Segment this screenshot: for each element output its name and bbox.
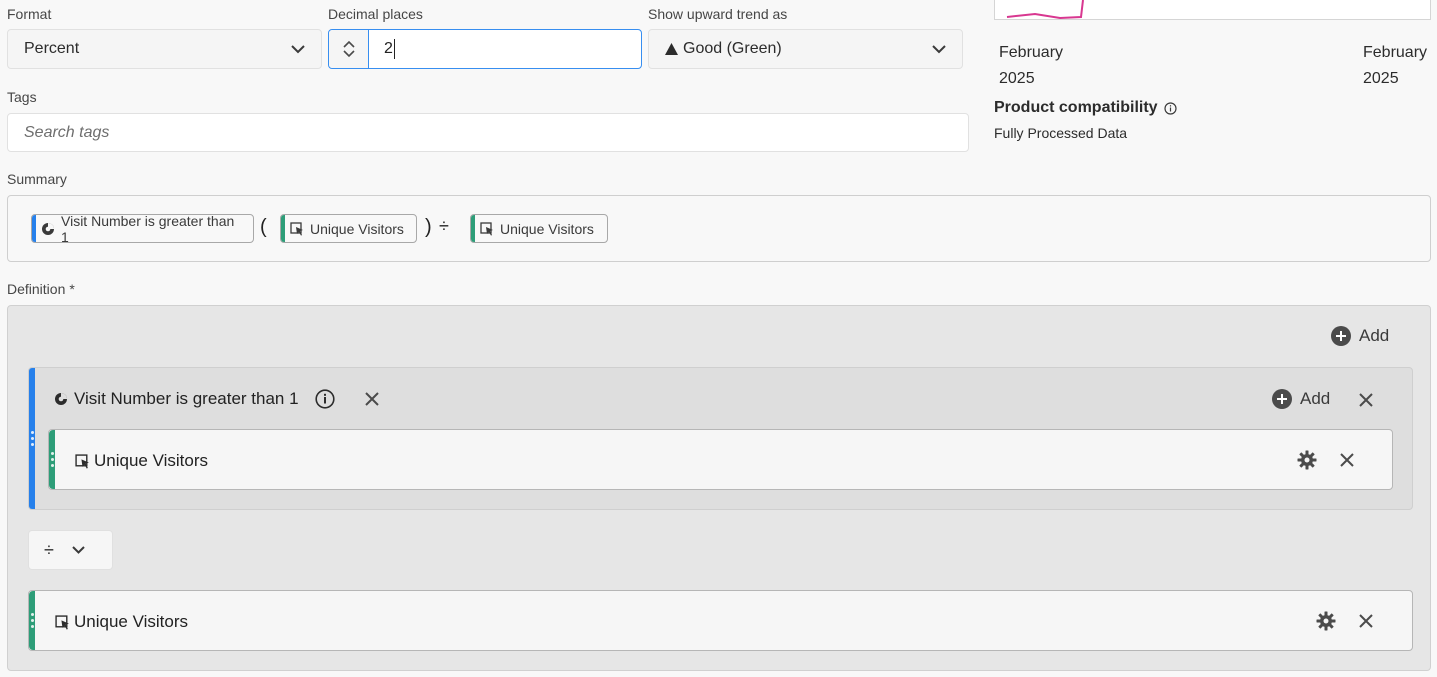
definition-label: Definition bbox=[7, 281, 66, 297]
container-metric-label: Unique Visitors bbox=[94, 451, 209, 470]
format-select[interactable]: Percent bbox=[7, 29, 322, 69]
metric-icon bbox=[290, 221, 304, 236]
definition-label-wrap: Definition * bbox=[7, 281, 75, 297]
tags-label: Tags bbox=[7, 89, 37, 105]
text-cursor bbox=[393, 39, 395, 59]
metric-icon bbox=[55, 614, 70, 630]
tags-placeholder: Search tags bbox=[24, 123, 110, 141]
operator-value: ÷ bbox=[44, 539, 54, 560]
summary-metric-pill-2: Unique Visitors bbox=[470, 214, 608, 243]
metric-handle[interactable] bbox=[49, 430, 55, 489]
decimal-input[interactable]: 2 bbox=[369, 30, 641, 68]
add-circle-icon bbox=[1331, 326, 1351, 346]
divide-operator: ÷ bbox=[439, 216, 449, 236]
decimal-value: 2 bbox=[384, 40, 393, 57]
summary-metric-label-2: Unique Visitors bbox=[500, 220, 594, 237]
triangle-up-icon bbox=[665, 43, 678, 55]
container-metric-card: Unique Visitors bbox=[48, 429, 1393, 490]
trend-value: Good (Green) bbox=[683, 40, 782, 57]
remove-metric-icon[interactable] bbox=[1340, 453, 1354, 467]
container-add-label: Add bbox=[1300, 389, 1331, 408]
info-icon[interactable] bbox=[1163, 101, 1177, 115]
segment-bar bbox=[32, 215, 36, 242]
container-metric-label-wrap: Unique Visitors bbox=[75, 451, 208, 471]
summary-metric-pill-1: Unique Visitors bbox=[280, 214, 417, 243]
chevron-down-icon bbox=[72, 546, 85, 554]
remove-metric-icon[interactable] bbox=[1359, 614, 1373, 628]
metric-label-wrap: Unique Visitors bbox=[55, 612, 188, 632]
gear-icon[interactable] bbox=[1316, 611, 1336, 631]
preview-line bbox=[1006, 0, 1084, 20]
trend-select[interactable]: Good (Green) bbox=[648, 29, 963, 69]
metric-bar bbox=[281, 215, 285, 242]
summary-label: Summary bbox=[7, 171, 67, 187]
summary-segment-pill: Visit Number is greater than 1 bbox=[31, 214, 254, 243]
metric-icon bbox=[480, 221, 494, 236]
format-label: Format bbox=[7, 6, 52, 22]
format-value: Percent bbox=[24, 40, 80, 57]
preview-start-month: February bbox=[999, 44, 1064, 61]
open-paren: ( bbox=[260, 216, 267, 238]
container-header: Visit Number is greater than 1 bbox=[54, 389, 379, 409]
preview-end-date: February 2025 bbox=[1363, 40, 1427, 92]
metric-label: Unique Visitors bbox=[74, 612, 189, 631]
preview-end-year: 2025 bbox=[1363, 70, 1399, 87]
summary-metric-label-1: Unique Visitors bbox=[310, 220, 404, 237]
tags-search-input[interactable]: Search tags bbox=[7, 113, 969, 152]
remove-segment-icon[interactable] bbox=[364, 392, 379, 406]
segment-icon bbox=[41, 222, 55, 236]
trend-label: Show upward trend as bbox=[648, 6, 788, 22]
segment-icon bbox=[54, 392, 68, 406]
operator-select[interactable]: ÷ bbox=[28, 530, 113, 570]
chevron-down-icon bbox=[932, 44, 946, 54]
metric-handle[interactable] bbox=[29, 591, 35, 650]
container-title: Visit Number is greater than 1 bbox=[74, 389, 299, 408]
remove-container-icon[interactable] bbox=[1359, 393, 1373, 407]
decimal-stepper[interactable]: 2 bbox=[328, 29, 642, 69]
preview-start-year: 2025 bbox=[999, 70, 1035, 87]
metric-card: Unique Visitors bbox=[28, 590, 1413, 651]
metric-bar bbox=[471, 215, 475, 242]
preview-end-month: February bbox=[1363, 44, 1428, 61]
segment-container: Visit Number is greater than 1 Add Uniqu… bbox=[28, 367, 1413, 510]
close-paren: ) bbox=[425, 216, 432, 238]
container-add-button[interactable]: Add bbox=[1272, 389, 1330, 409]
add-circle-icon bbox=[1272, 389, 1292, 409]
preview-start-date: February 2025 bbox=[999, 40, 1063, 92]
definition-canvas: Add Visit Number is greater than 1 Add U… bbox=[7, 305, 1431, 671]
decrement-icon[interactable] bbox=[342, 50, 355, 58]
gear-icon[interactable] bbox=[1297, 450, 1317, 470]
compat-value: Fully Processed Data bbox=[994, 125, 1128, 141]
summary-box: Visit Number is greater than 1 ( Unique … bbox=[7, 195, 1431, 262]
container-handle[interactable] bbox=[29, 368, 35, 509]
metric-icon bbox=[75, 453, 90, 469]
add-button[interactable]: Add bbox=[1331, 326, 1389, 346]
required-mark: * bbox=[69, 281, 75, 297]
compat-heading: Product compatibility bbox=[994, 99, 1177, 117]
compat-title: Product compatibility bbox=[994, 99, 1158, 116]
chevron-down-icon bbox=[291, 44, 305, 54]
info-icon[interactable] bbox=[314, 389, 335, 409]
preview-chart bbox=[994, 0, 1431, 20]
increment-icon[interactable] bbox=[342, 40, 355, 48]
summary-segment-label: Visit Number is greater than 1 bbox=[61, 214, 235, 243]
decimal-label: Decimal places bbox=[328, 6, 423, 22]
add-label: Add bbox=[1359, 326, 1390, 345]
